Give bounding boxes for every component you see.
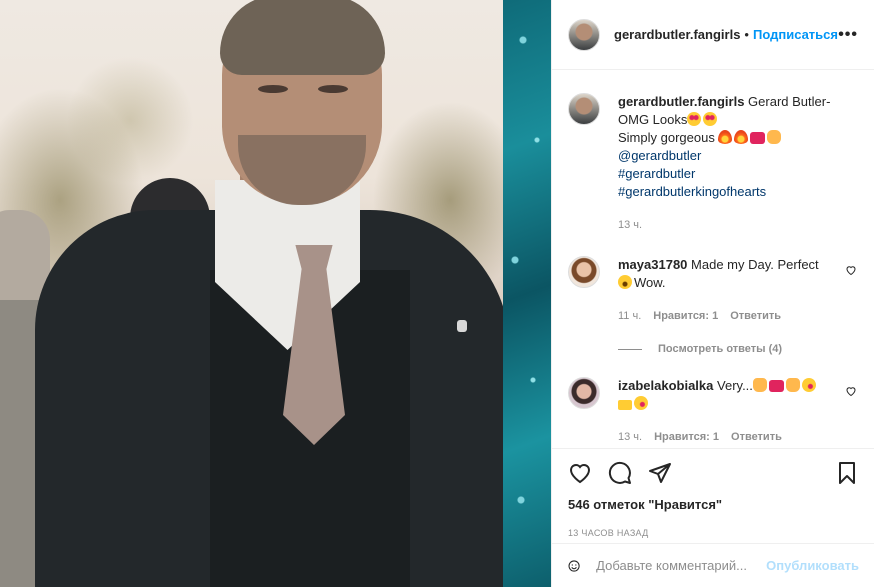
fire-emoji-icon — [734, 130, 749, 144]
bookmark-icon[interactable] — [835, 461, 859, 485]
caption-time[interactable]: 13 ч. — [618, 216, 642, 234]
thumbs-up-emoji-icon — [752, 378, 767, 392]
caption-text-2: Simply gorgeous — [618, 130, 715, 145]
next-post-preview[interactable] — [503, 0, 551, 587]
comment-likes[interactable]: Нравится: 1 — [653, 307, 718, 325]
caption-hashtag[interactable]: #gerardbutlerkingofhearts — [618, 183, 838, 201]
replies-divider — [618, 348, 642, 350]
avatar[interactable] — [568, 93, 600, 125]
comment-body: izabelakobialka Very... 13 ч. Нравится: … — [618, 377, 838, 446]
caption: gerardbutler.fangirls Gerard Butler-OMG … — [568, 93, 859, 234]
avatar[interactable] — [568, 377, 600, 409]
comment-text: Very... — [717, 378, 753, 393]
post-timestamp[interactable]: 13 ЧАСОВ НАЗАД — [568, 528, 859, 538]
post-comment-button[interactable]: Опубликовать — [766, 558, 859, 573]
photo-eye-right — [318, 85, 348, 93]
astonished-emoji-icon — [618, 275, 632, 289]
crown-emoji-icon — [618, 400, 632, 410]
comments-list[interactable]: gerardbutler.fangirls Gerard Butler-OMG … — [552, 71, 874, 448]
caption-username[interactable]: gerardbutler.fangirls — [618, 94, 744, 109]
post-actions: 546 отметок "Нравится" 13 ЧАСОВ НАЗАД — [552, 448, 874, 543]
thumbs-up-emoji-icon — [785, 378, 800, 392]
comment-body: maya31780 Made my Day. Perfect Wow. 11 ч… — [618, 256, 838, 325]
heart-eyes-emoji-icon — [703, 112, 718, 126]
comment-time[interactable]: 11 ч. — [618, 307, 641, 325]
comment-username[interactable]: izabelakobialka — [618, 378, 713, 393]
view-replies-label: Посмотреть ответы (4) — [658, 343, 783, 355]
share-icon[interactable] — [648, 461, 672, 485]
like-heart-icon[interactable] — [568, 461, 592, 485]
caption-hashtag[interactable]: #gerardbutler — [618, 165, 838, 183]
like-comment-icon[interactable] — [845, 385, 857, 397]
clap-emoji-icon — [767, 130, 782, 144]
post-header: gerardbutler.fangirls • Подписаться ••• — [552, 0, 874, 70]
comment-meta: 11 ч. Нравится: 1 Ответить — [618, 307, 838, 325]
post-details-panel: gerardbutler.fangirls • Подписаться ••• … — [551, 0, 874, 587]
comment: izabelakobialka Very... 13 ч. Нравится: … — [568, 377, 859, 446]
hundred-emoji-icon — [750, 132, 766, 144]
like-comment-icon[interactable] — [845, 264, 857, 276]
kiss-emoji-icon — [634, 396, 648, 410]
comment-likes[interactable]: Нравится: 1 — [654, 428, 719, 446]
fire-emoji-icon — [718, 130, 733, 144]
emoji-picker-icon[interactable] — [568, 554, 580, 578]
header-separator: • — [744, 27, 749, 42]
comment-meta: 13 ч. Нравится: 1 Ответить — [618, 428, 838, 446]
kiss-emoji-icon — [801, 378, 816, 392]
caption-body: gerardbutler.fangirls Gerard Butler-OMG … — [618, 93, 838, 234]
more-options-icon[interactable]: ••• — [838, 26, 858, 44]
photo-eye-left — [258, 85, 288, 93]
view-replies-button[interactable]: Посмотреть ответы (4) — [618, 343, 859, 355]
add-comment-bar: Опубликовать — [552, 543, 874, 587]
reply-button[interactable]: Ответить — [730, 307, 781, 325]
action-icons — [568, 449, 859, 497]
comment-username[interactable]: maya31780 — [618, 257, 687, 272]
caption-meta: 13 ч. — [618, 216, 838, 234]
photo-lapel-pin — [457, 320, 467, 332]
reply-button[interactable]: Ответить — [731, 428, 782, 446]
comment-text-2: Wow. — [634, 275, 666, 290]
likes-count[interactable]: 546 отметок "Нравится" — [568, 497, 859, 512]
avatar[interactable] — [568, 18, 600, 51]
post-photo[interactable] — [0, 0, 503, 587]
comment-input[interactable] — [596, 558, 767, 573]
comment-icon[interactable] — [608, 461, 632, 485]
photo-hair — [220, 0, 385, 75]
comment-time[interactable]: 13 ч. — [618, 428, 642, 446]
comment-text: Made my Day. Perfect — [691, 257, 819, 272]
heart-eyes-emoji-icon — [687, 112, 702, 126]
avatar[interactable] — [568, 256, 600, 288]
follow-button[interactable]: Подписаться — [753, 27, 838, 42]
header-username[interactable]: gerardbutler.fangirls — [614, 27, 740, 42]
comment: maya31780 Made my Day. Perfect Wow. 11 ч… — [568, 256, 859, 325]
caption-mention[interactable]: @gerardbutler — [618, 147, 838, 165]
hundred-emoji-icon — [768, 380, 784, 392]
